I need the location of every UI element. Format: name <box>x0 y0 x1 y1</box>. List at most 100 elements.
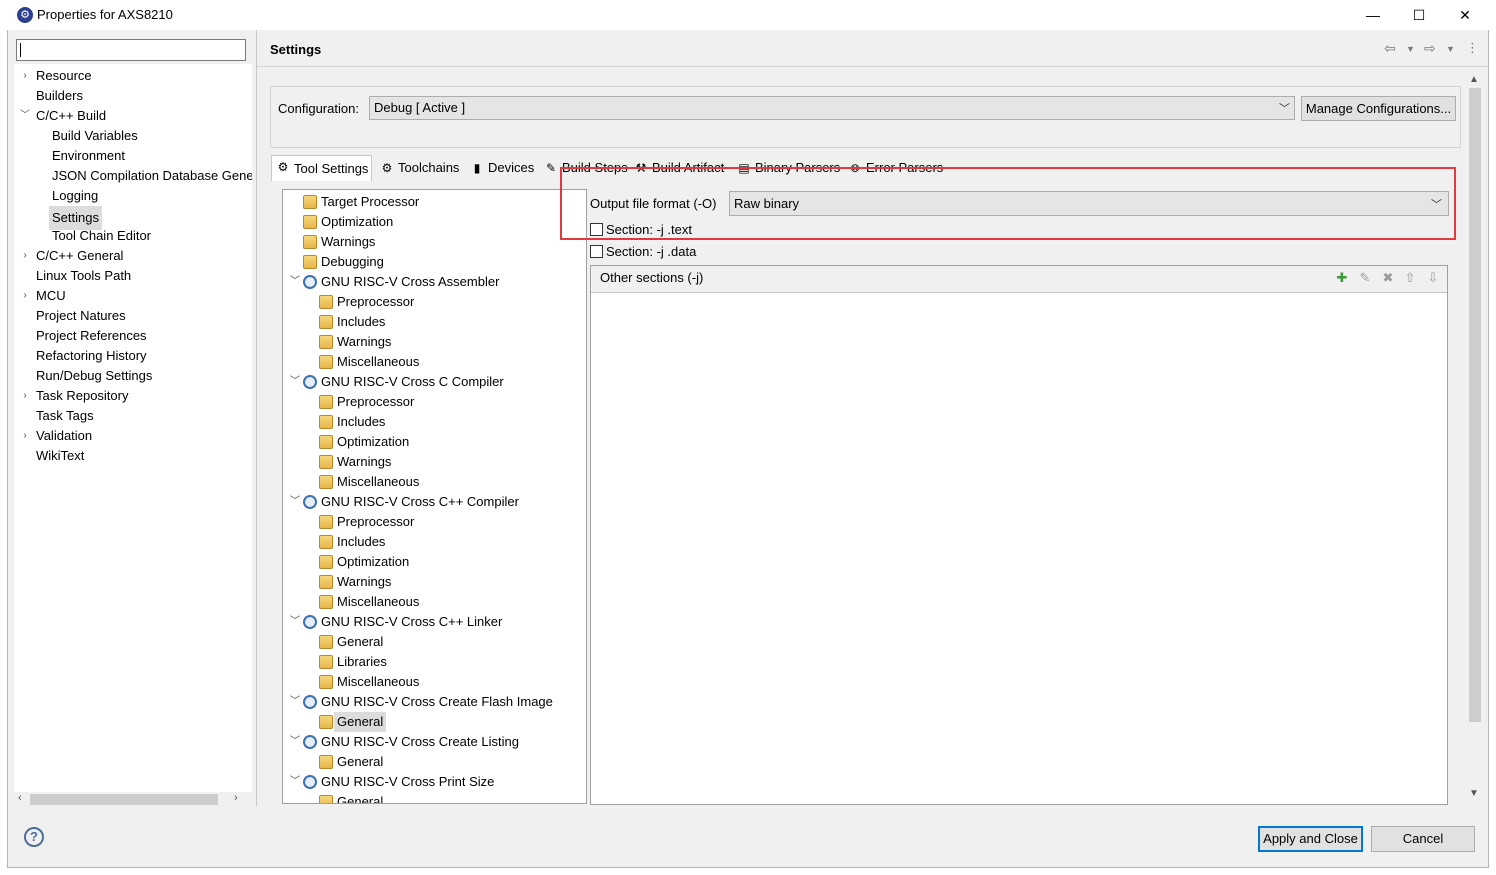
devices-icon: ▮ <box>473 161 481 175</box>
manage-configurations-button[interactable]: Manage Configurations... <box>1301 96 1456 121</box>
highlight-annotation <box>560 167 1456 240</box>
chevron-right-icon[interactable]: › <box>20 386 30 406</box>
property-nav-tree: › Resource Builders ﹀ C/C++ Build Build Varia… <box>14 64 252 792</box>
app-icon: ⚙ <box>17 7 33 23</box>
tool-tree-label: Miscellaneous <box>337 474 420 489</box>
tool-gear-icon <box>303 275 317 289</box>
chevron-right-icon[interactable]: › <box>20 246 30 266</box>
tool-tree-label: General <box>337 754 384 769</box>
scroll-right-icon[interactable]: › <box>234 792 238 804</box>
edit-icon[interactable]: ✎ <box>1357 270 1373 286</box>
tool-gear-icon <box>303 495 317 509</box>
nav-item-label: Project Natures <box>36 308 126 323</box>
apply-and-close-button[interactable]: Apply and Close <box>1258 826 1363 852</box>
tab-tool-settings[interactable]: ⚙ Tool Settings <box>271 155 373 181</box>
folder-icon <box>319 595 333 609</box>
configuration-value: Debug [ Active ] <box>374 100 466 115</box>
folder-icon <box>303 195 317 209</box>
folder-icon <box>319 675 333 689</box>
chevron-down-icon[interactable]: ﹀ <box>290 732 300 752</box>
chevron-down-icon[interactable]: ﹀ <box>290 492 300 512</box>
chevron-down-icon[interactable]: ﹀ <box>290 692 300 712</box>
vertical-scrollbar[interactable]: ▲ ▼ <box>1466 72 1483 804</box>
delete-icon[interactable]: ✖ <box>1380 270 1396 286</box>
nav-item-label: Resource <box>36 68 92 83</box>
window-title: Properties for AXS8210 <box>37 7 173 22</box>
tool-tree-label: Optimization <box>337 554 410 569</box>
nav-horizontal-scrollbar[interactable]: ‹ › <box>14 792 252 807</box>
chevron-right-icon[interactable]: › <box>20 286 30 306</box>
move-down-icon[interactable]: ⇩ <box>1425 270 1441 286</box>
tool-tree-label: Includes <box>337 414 386 429</box>
vertical-scroll-thumb[interactable] <box>1469 88 1481 722</box>
chevron-down-icon[interactable]: ﹀ <box>20 106 30 126</box>
other-sections-header <box>591 266 1447 293</box>
toolchains-icon: ⚙ <box>381 161 393 175</box>
tool-tree-label: General <box>337 794 384 804</box>
nav-item-label: Environment <box>52 148 125 163</box>
tool-tree-label: Miscellaneous <box>337 594 420 609</box>
folder-icon <box>319 475 333 489</box>
tool-tree-label: GNU RISC-V Cross Assembler <box>321 274 500 289</box>
tab-devices[interactable]: ▮ Devices <box>466 157 537 179</box>
tool-tree-label: Includes <box>337 314 386 329</box>
back-menu-icon[interactable]: ▼ <box>1406 44 1415 54</box>
chevron-right-icon[interactable]: › <box>20 426 30 446</box>
tool-settings-icon: ⚙ <box>277 160 289 174</box>
scroll-left-icon[interactable]: ‹ <box>18 792 22 804</box>
scroll-thumb[interactable] <box>30 794 218 805</box>
tool-gear-icon <box>303 615 317 629</box>
move-up-icon[interactable]: ⇧ <box>1402 270 1418 286</box>
filter-input[interactable] <box>16 39 246 61</box>
tool-gear-icon <box>303 775 317 789</box>
chevron-down-icon[interactable]: ﹀ <box>290 272 300 292</box>
pane-divider[interactable] <box>256 30 257 806</box>
other-sections-label: Other sections (-j) <box>600 270 704 285</box>
chevron-down-icon[interactable]: ﹀ <box>290 612 300 632</box>
chevron-down-icon[interactable]: ﹀ <box>290 372 300 392</box>
close-button[interactable]: ✕ <box>1442 0 1488 30</box>
header-separator <box>257 66 1489 67</box>
tool-tree-label: Warnings <box>337 454 392 469</box>
folder-icon <box>319 635 333 649</box>
tool-tree-label: Warnings <box>337 334 392 349</box>
nav-item-label: Tool Chain Editor <box>52 228 151 243</box>
configuration-select[interactable]: Debug [ Active ] ﹀ <box>369 96 1295 120</box>
other-sections-list[interactable] <box>590 265 1448 805</box>
tab-toolchains[interactable]: ⚙ Toolchains <box>376 157 462 179</box>
tool-tree-label: Includes <box>337 534 386 549</box>
tool-tree-label: Optimization <box>321 214 394 229</box>
tool-gear-icon <box>303 375 317 389</box>
chevron-right-icon[interactable]: › <box>20 66 30 86</box>
folder-icon <box>303 255 317 269</box>
view-menu-icon[interactable]: ⋮ <box>1466 40 1479 56</box>
cancel-button[interactable]: Cancel <box>1371 826 1475 852</box>
folder-icon <box>303 215 317 229</box>
back-arrow-icon[interactable]: ⇦ <box>1384 40 1396 57</box>
folder-icon <box>303 235 317 249</box>
folder-icon <box>319 515 333 529</box>
tool-tree-label: Miscellaneous <box>337 354 420 369</box>
minimize-button[interactable]: — <box>1350 0 1396 30</box>
configuration-label: Configuration: <box>278 101 359 116</box>
nav-item-label: Builders <box>36 88 83 103</box>
nav-item-label: Linux Tools Path <box>36 268 132 283</box>
chevron-down-icon[interactable]: ﹀ <box>290 772 300 792</box>
forward-menu-icon[interactable]: ▼ <box>1446 44 1455 54</box>
scroll-up-icon[interactable]: ▲ <box>1469 74 1479 85</box>
tool-settings-tree: Target Processor Optimization Warnings Debu… <box>282 189 587 804</box>
tool-tree-label: Libraries <box>337 654 387 669</box>
folder-icon <box>319 555 333 569</box>
nav-item-label: Validation <box>36 428 93 443</box>
tool-tree-label: General <box>337 634 384 649</box>
folder-icon <box>319 715 333 729</box>
nav-item-label: Refactoring History <box>36 348 147 363</box>
scroll-down-icon[interactable]: ▼ <box>1469 788 1479 799</box>
nav-item-label: Task Tags <box>36 408 94 423</box>
forward-arrow-icon[interactable]: ⇨ <box>1424 40 1436 57</box>
help-icon[interactable]: ? <box>24 827 44 847</box>
maximize-button[interactable]: ☐ <box>1396 0 1442 30</box>
chevron-down-icon: ﹀ <box>1279 103 1290 115</box>
add-icon[interactable]: ✚ <box>1334 270 1350 286</box>
section-data-checkbox[interactable] <box>590 245 603 258</box>
